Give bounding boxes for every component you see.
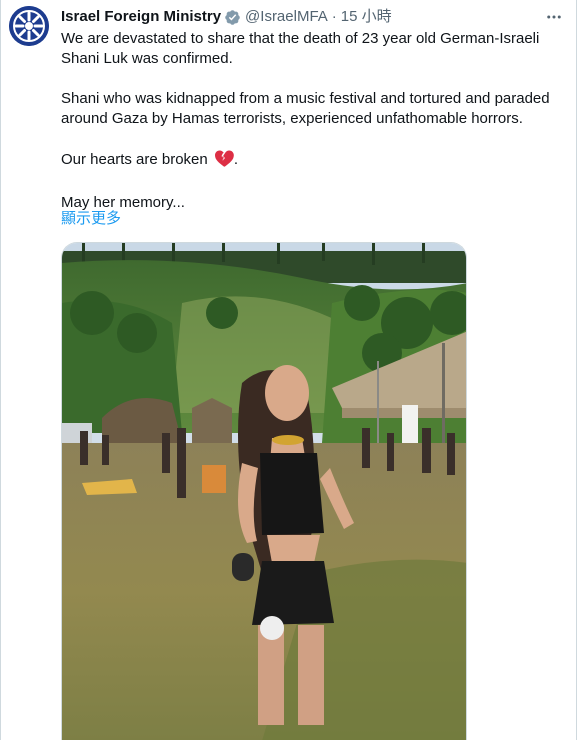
tweet-text: We are devastated to share that the deat… <box>61 29 571 213</box>
separator-dot: · <box>331 8 337 25</box>
tweet-card[interactable]: Israel Foreign Ministry @IsraelMFA · 15 … <box>0 0 577 740</box>
festival-photo <box>62 243 466 740</box>
tweet-paragraph: May her memory... <box>61 194 185 211</box>
avatar[interactable] <box>9 6 49 46</box>
author-name[interactable]: Israel Foreign Ministry <box>61 7 221 27</box>
tweet-paragraph: We are devastated to share that the deat… <box>61 30 540 67</box>
emblem-avatar-icon <box>9 6 49 46</box>
author-handle[interactable]: @IsraelMFA <box>245 7 328 27</box>
tweet-paragraph: Shani who was kidnapped from a music fes… <box>61 90 550 127</box>
broken-heart-icon <box>214 149 234 173</box>
tweet-paragraph-text: Our hearts are broken <box>61 151 208 168</box>
tweet-paragraph: Our hearts are broken . <box>61 149 571 173</box>
heart-suffix: . <box>233 151 239 168</box>
show-more-link[interactable]: 顯示更多 <box>61 209 121 229</box>
verified-badge-icon[interactable] <box>224 9 241 26</box>
more-options-icon[interactable] <box>542 6 566 28</box>
timestamp[interactable]: 15 小時 <box>341 7 392 27</box>
tweet-header: Israel Foreign Ministry @IsraelMFA · 15 … <box>61 7 392 27</box>
tweet-photo[interactable] <box>61 242 467 740</box>
